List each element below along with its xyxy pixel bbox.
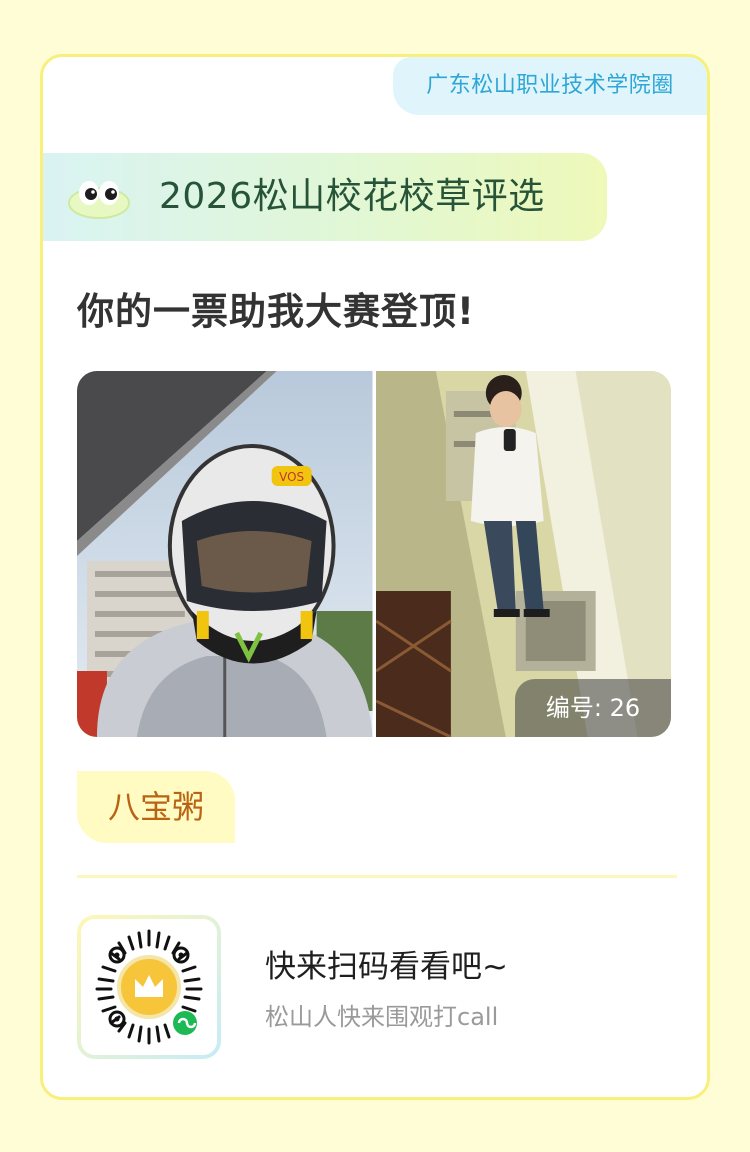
cta-title: 快来扫码看看吧~ <box>265 949 508 985</box>
eyes-icon <box>67 173 131 221</box>
photo-gallery[interactable]: VOS 编号: 26 <box>77 371 671 737</box>
divider <box>77 875 677 878</box>
mirror-selfie-photo[interactable]: 编号: 26 <box>375 371 671 737</box>
contestant-name-tag: 八宝粥 <box>77 771 235 843</box>
mini-program-qr-icon[interactable] <box>81 919 217 1055</box>
school-tag[interactable]: 广东松山职业技术学院圈 <box>393 57 707 115</box>
svg-text:VOS: VOS <box>279 470 304 484</box>
vote-card: 广东松山职业技术学院圈 2026松山校花校草评选 你的一票助我大赛登顶! VOS… <box>40 54 710 1100</box>
cta-subtitle: 松山人快来围观打call <box>265 1003 499 1031</box>
page-title: 2026松山校花校草评选 <box>159 176 545 217</box>
slogan-heading: 你的一票助我大赛登顶! <box>77 290 475 333</box>
title-banner: 2026松山校花校草评选 <box>43 153 607 241</box>
helmet-selfie-photo[interactable]: VOS <box>77 371 373 737</box>
contestant-number-badge: 编号: 26 <box>515 679 671 737</box>
qr-code-frame[interactable] <box>77 915 221 1059</box>
